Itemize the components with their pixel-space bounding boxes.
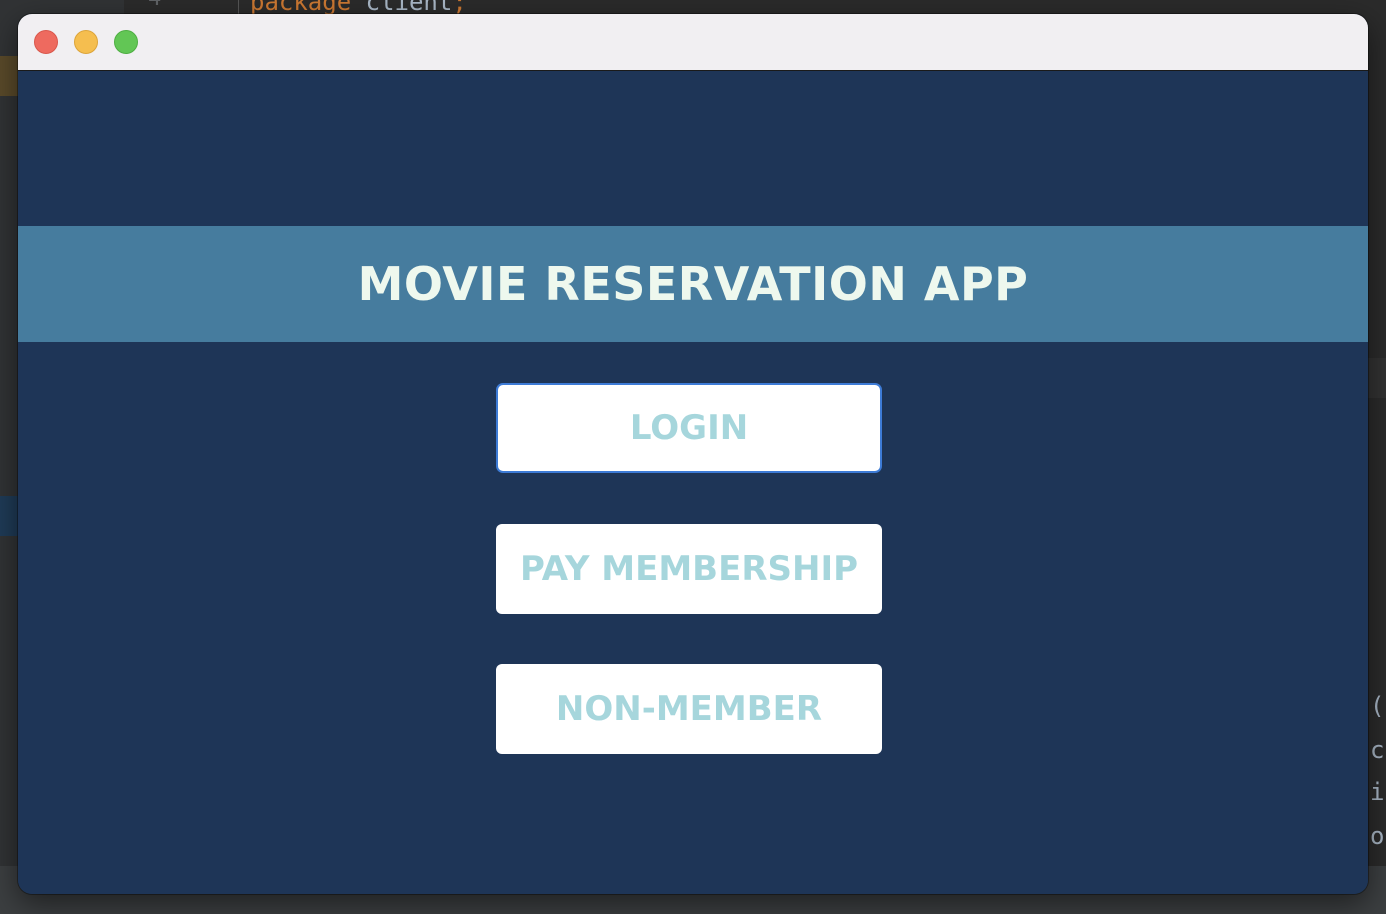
non-member-button[interactable]: NON-MEMBER [496, 664, 882, 754]
main-content: MOVIE RESERVATION APP LOGIN PAY MEMBERSH… [18, 71, 1368, 894]
editor-line-number: 4 [148, 0, 161, 11]
login-button[interactable]: LOGIN [496, 383, 882, 473]
editor-side-char: o [1370, 822, 1385, 850]
minimize-window-button[interactable] [74, 30, 98, 54]
editor-divider [238, 0, 239, 14]
pay-membership-button[interactable]: PAY MEMBERSHIP [496, 524, 882, 614]
editor-highlight [1368, 358, 1386, 398]
window-titlebar[interactable] [18, 14, 1368, 71]
title-banner: MOVIE RESERVATION APP [18, 226, 1368, 342]
close-window-button[interactable] [34, 30, 58, 54]
editor-side-char: c [1370, 736, 1385, 764]
editor-side-char: ( [1370, 692, 1385, 720]
app-title: MOVIE RESERVATION APP [357, 257, 1029, 311]
app-window: MOVIE RESERVATION APP LOGIN PAY MEMBERSH… [18, 14, 1368, 894]
editor-gutter-marker [0, 496, 18, 536]
editor-side-char: i [1370, 778, 1385, 806]
maximize-window-button[interactable] [114, 30, 138, 54]
editor-gutter-marker [0, 56, 18, 96]
desktop: 4 package client; ( c i o MOVIE RESERVAT… [0, 0, 1386, 914]
